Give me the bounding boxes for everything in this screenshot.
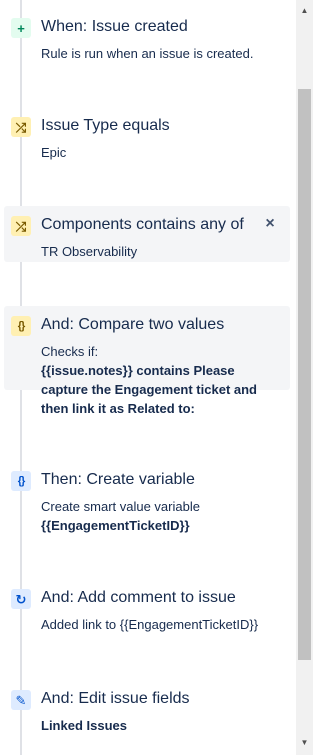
step-title: And: Edit issue fields bbox=[41, 690, 190, 707]
braces-icon: {} bbox=[11, 471, 31, 491]
step-edit-issue-fields[interactable]: ✎ And: Edit issue fields Linked Issues bbox=[4, 680, 290, 740]
step-description: Create smart value variable {{Engagement… bbox=[41, 497, 281, 535]
pencil-icon: ✎ bbox=[11, 690, 31, 710]
shuffle-icon: ⤮ bbox=[11, 216, 31, 236]
step-description-text: Create smart value variable bbox=[41, 499, 200, 514]
step-trigger-issue-created[interactable]: + When: Issue created Rule is run when a… bbox=[4, 8, 290, 66]
step-title: When: Issue created bbox=[41, 18, 188, 35]
step-description: TR Observability bbox=[41, 244, 138, 259]
shuffle-icon: ⤮ bbox=[11, 117, 31, 137]
plus-icon: + bbox=[11, 18, 31, 38]
rule-flow: + When: Issue created Rule is run when a… bbox=[0, 0, 296, 755]
step-title: Components contains any of bbox=[41, 216, 244, 233]
step-compare-two-values[interactable]: {} And: Compare two values Checks if: {{… bbox=[4, 306, 290, 416]
step-description-variable: {{EngagementTicketID}} bbox=[41, 518, 190, 533]
vertical-scrollbar[interactable]: ▲ ▼ bbox=[296, 0, 313, 755]
scrollbar-thumb[interactable] bbox=[298, 89, 311, 660]
step-description: Linked Issues bbox=[41, 718, 127, 733]
step-description: Rule is run when an issue is created. bbox=[41, 46, 254, 61]
step-description-text: Checks if: bbox=[41, 344, 99, 359]
braces-icon: {} bbox=[11, 316, 31, 336]
remove-step-button[interactable]: × bbox=[260, 214, 280, 234]
step-description-condition: {{issue.notes}} contains Please capture … bbox=[41, 363, 257, 416]
refresh-icon: ↻ bbox=[11, 589, 31, 609]
step-title: And: Add comment to issue bbox=[41, 589, 236, 606]
step-description: Added link to {{EngagementTicketID}} bbox=[41, 617, 259, 632]
step-description: Checks if: {{issue.notes}} contains Plea… bbox=[41, 342, 281, 418]
step-title: Issue Type equals bbox=[41, 117, 170, 134]
step-condition-components[interactable]: ⤮ Components contains any of × TR Observ… bbox=[4, 206, 290, 262]
step-create-variable[interactable]: {} Then: Create variable Create smart va… bbox=[4, 461, 290, 533]
step-condition-issue-type[interactable]: ⤮ Issue Type equals Epic bbox=[4, 107, 290, 167]
step-title: And: Compare two values bbox=[41, 316, 225, 333]
step-title: Then: Create variable bbox=[41, 471, 195, 488]
step-description: Epic bbox=[41, 145, 67, 160]
step-add-comment[interactable]: ↻ And: Add comment to issue Added link t… bbox=[4, 579, 290, 639]
scroll-down-arrow-icon[interactable]: ▼ bbox=[296, 734, 313, 751]
scroll-up-arrow-icon[interactable]: ▲ bbox=[296, 2, 313, 19]
